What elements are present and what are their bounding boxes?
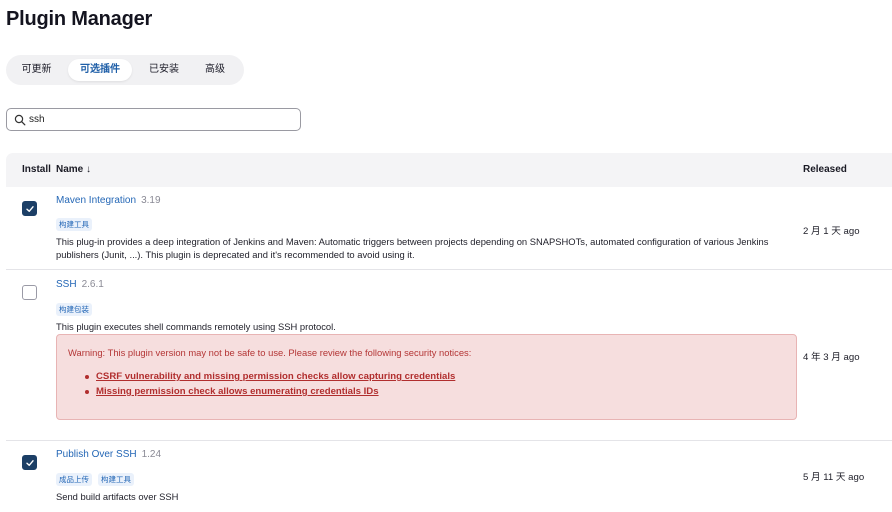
search-icon (14, 114, 26, 126)
table-row: Maven Integration 3.19 构建工具 This plug-in … (6, 187, 892, 270)
plugin-name-link[interactable]: Maven Integration (56, 195, 136, 206)
search-input[interactable] (29, 111, 294, 128)
category-tag[interactable]: 构建工具 (98, 473, 134, 486)
table-row: SSH 2.6.1 构建包装 This plugin executes shell… (6, 270, 892, 441)
plugin-tags: 成品上传 构建工具 (56, 469, 140, 486)
warning-text: Warning: This plugin version may not be … (68, 347, 472, 358)
column-header-name[interactable]: Name ↓ (56, 164, 91, 175)
tab-installed[interactable]: 已安装 (140, 59, 188, 81)
plugin-title: SSH 2.6.1 (56, 279, 104, 290)
table-header: Install Name ↓ Released (6, 153, 892, 187)
table-row: Publish Over SSH 1.24 成品上传 构建工具 Send build… (6, 441, 892, 512)
install-checkbox[interactable] (22, 285, 37, 300)
tab-advanced[interactable]: 高级 (196, 59, 234, 81)
plugin-description: This plug-in provides a deep integration… (56, 236, 769, 260)
plugin-name-link[interactable]: SSH (56, 279, 77, 290)
security-warning: Warning: This plugin version may not be … (56, 334, 797, 420)
plugin-title: Publish Over SSH 1.24 (56, 449, 161, 460)
page-title: Plugin Manager (6, 8, 153, 30)
release-date: 5 月 11 天 ago (803, 472, 865, 483)
plugin-description: This plugin executes shell commands remo… (56, 321, 336, 332)
bullet (85, 390, 89, 394)
check-icon (26, 206, 34, 213)
security-notice-link[interactable]: Missing permission check allows enumerat… (96, 386, 379, 397)
plugin-tags: 构建包装 (56, 299, 98, 316)
search-box (6, 108, 301, 131)
install-checkbox[interactable] (22, 455, 37, 470)
tab-available[interactable]: 可选插件 (68, 59, 132, 81)
check-icon (26, 460, 34, 467)
category-tag[interactable]: 成品上传 (56, 473, 92, 486)
install-checkbox[interactable] (22, 201, 37, 216)
category-tag[interactable]: 构建包装 (56, 303, 92, 316)
tab-updates[interactable]: 可更新 (14, 59, 59, 81)
plugin-tags: 构建工具 (56, 214, 98, 231)
plugin-version: 2.6.1 (81, 279, 104, 290)
release-date: 4 年 3 月 ago (803, 352, 860, 363)
plugin-version: 1.24 (141, 449, 162, 460)
plugin-title: Maven Integration 3.19 (56, 195, 161, 206)
column-header-released[interactable]: Released (803, 164, 847, 175)
category-tag[interactable]: 构建工具 (56, 218, 92, 231)
plugin-description: Send build artifacts over SSH (56, 491, 179, 502)
security-notice-link[interactable]: CSRF vulnerability and missing permissio… (96, 371, 455, 382)
plugin-version: 3.19 (141, 195, 161, 206)
release-date: 2 月 1 天 ago (803, 226, 860, 237)
column-header-install: Install (22, 164, 51, 175)
tab-bar: 可更新 可选插件 已安装 高级 (6, 55, 244, 85)
plugin-name-link[interactable]: Publish Over SSH (56, 449, 137, 460)
bullet (85, 375, 89, 379)
